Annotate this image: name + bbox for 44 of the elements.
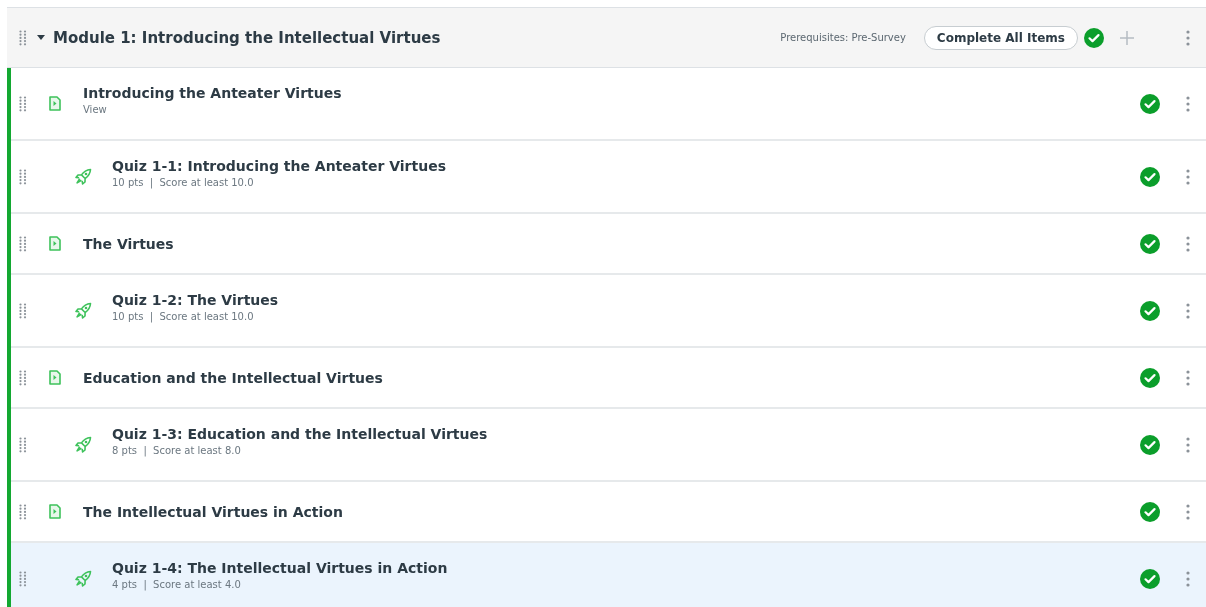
drag-handle-icon[interactable]: [19, 369, 27, 386]
more-options-icon[interactable]: [1186, 436, 1190, 453]
document-icon: [49, 96, 61, 111]
more-options-icon[interactable]: [1186, 235, 1190, 252]
item-title[interactable]: Quiz 1-2: The Virtues: [112, 291, 1140, 308]
drag-handle-icon[interactable]: [19, 235, 27, 252]
more-options-icon[interactable]: [1186, 503, 1190, 520]
item-title[interactable]: Quiz 1-1: Introducing the Anteater Virtues: [112, 157, 1140, 174]
more-options-icon[interactable]: [1186, 302, 1190, 319]
item-details: 10 pts | Score at least 10.0: [112, 310, 255, 322]
drag-handle-icon[interactable]: [19, 503, 27, 520]
caret-icon[interactable]: [37, 34, 45, 41]
rocket-icon: [75, 570, 92, 587]
item-details: 4 pts | Score at least 4.0: [112, 578, 242, 590]
rocket-icon: [75, 302, 92, 319]
more-options-icon[interactable]: [1186, 570, 1190, 587]
rocket-icon: [75, 436, 92, 453]
more-options-icon[interactable]: [1186, 369, 1190, 386]
more-options-icon[interactable]: [1186, 29, 1190, 46]
item-title[interactable]: The Intellectual Virtues in Action: [83, 503, 1140, 520]
more-options-icon[interactable]: [1186, 95, 1190, 112]
requirement-pill: Complete All Items: [923, 25, 1078, 50]
drag-handle-icon[interactable]: [19, 95, 27, 112]
item-details: 10 pts | Score at least 10.0: [112, 176, 255, 188]
item-details: 8 pts | Score at least 8.0: [112, 444, 242, 456]
drag-handle-icon[interactable]: [19, 29, 27, 46]
drag-handle-icon[interactable]: [19, 436, 27, 453]
item-details: View: [83, 103, 108, 115]
prerequisites-text: Prerequisites: Pre-Survey: [780, 32, 906, 43]
module-title: Module 1: Introducing the Intellectual Virtues: [53, 28, 442, 47]
document-icon: [49, 236, 61, 251]
module-item-row[interactable]: Quiz 1-4: The Intellectual Virtues in Action 4 pts | Score at least 4.0: [11, 543, 1206, 607]
drag-handle-icon[interactable]: [19, 570, 27, 587]
document-icon: [49, 504, 61, 519]
item-title[interactable]: The Virtues: [83, 235, 1140, 252]
more-options-icon[interactable]: [1186, 168, 1190, 185]
drag-handle-icon[interactable]: [19, 168, 27, 185]
item-title[interactable]: Quiz 1-3: Education and the Intellectual Virtues: [112, 425, 1140, 442]
rocket-icon: [75, 168, 92, 185]
item-title[interactable]: Education and the Intellectual Virtues: [83, 369, 1140, 386]
item-title[interactable]: Introducing the Anteater Virtues: [83, 84, 1140, 101]
item-title[interactable]: Quiz 1-4: The Intellectual Virtues in Action: [112, 559, 1140, 576]
document-icon: [49, 370, 61, 385]
drag-handle-icon[interactable]: [19, 302, 27, 319]
